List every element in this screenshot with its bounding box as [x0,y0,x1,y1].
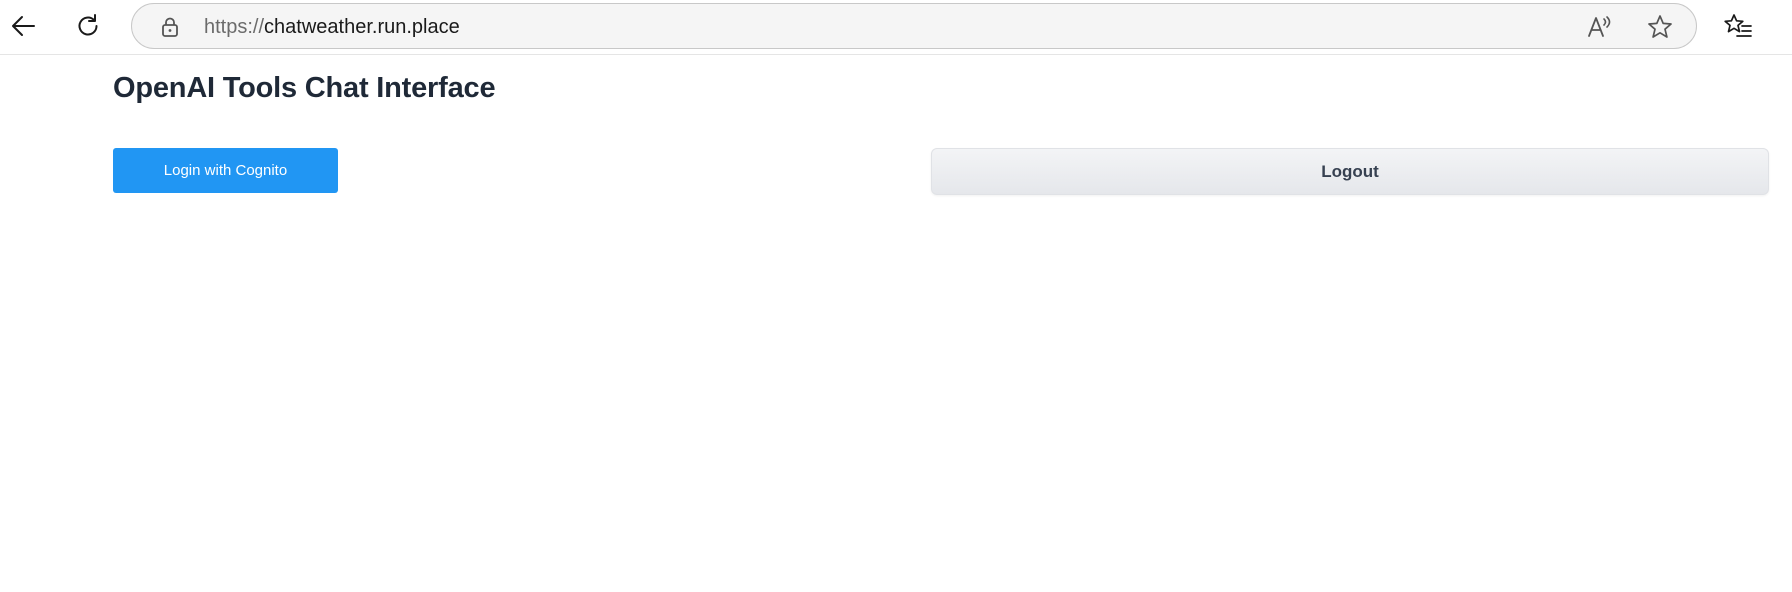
page-title: OpenAI Tools Chat Interface [113,72,496,104]
address-bar[interactable]: https://chatweather.run.place [131,3,1697,49]
lock-icon[interactable] [158,15,182,39]
reload-icon[interactable] [68,6,108,46]
logout-button[interactable]: Logout [931,148,1769,195]
url-text[interactable]: https://chatweather.run.place [204,4,460,50]
back-arrow-icon[interactable] [3,6,43,46]
favorites-list-icon[interactable] [1718,6,1758,46]
url-host: chatweather.run.place [264,16,460,38]
read-aloud-icon[interactable] [1586,13,1614,41]
star-icon[interactable] [1646,13,1674,41]
url-scheme: https:// [204,16,265,38]
browser-toolbar: https://chatweather.run.place [0,0,1792,55]
login-with-cognito-button[interactable]: Login with Cognito [113,148,338,193]
